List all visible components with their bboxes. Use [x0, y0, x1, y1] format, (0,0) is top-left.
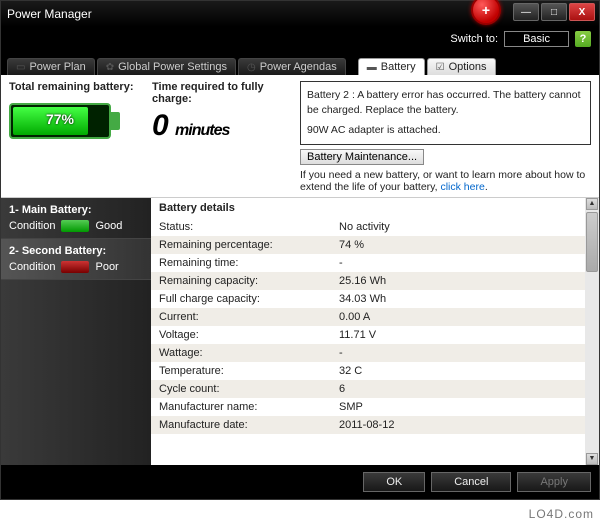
details-header: Battery details: [151, 198, 599, 218]
detail-value: No activity: [339, 221, 591, 233]
click-here-link[interactable]: click here: [440, 181, 484, 193]
battery-graphic: 77%: [9, 99, 124, 143]
error-box: Battery 2 : A battery error has occurred…: [300, 81, 591, 193]
tab-options[interactable]: ☑Options: [427, 58, 496, 75]
battery-icon: ▬: [367, 62, 377, 73]
scrollbar[interactable]: ▲ ▼: [585, 198, 599, 465]
info-line: If you need a new battery, or want to le…: [300, 169, 591, 193]
apply-button[interactable]: Apply: [517, 472, 591, 492]
detail-value: SMP: [339, 401, 591, 413]
battery-alert-icon: +: [471, 0, 501, 25]
switch-label: Switch to:: [450, 33, 498, 45]
switch-row: Switch to: Basic ?: [1, 27, 599, 51]
window-controls: — □ X: [513, 3, 595, 21]
detail-row: Status:No activity: [151, 218, 599, 236]
error-line2: 90W AC adapter is attached.: [307, 123, 584, 138]
tab-battery[interactable]: ▬Battery: [358, 58, 425, 75]
clock-icon: ◷: [247, 62, 256, 73]
scroll-down-icon[interactable]: ▼: [586, 453, 598, 465]
gear-icon: ✿: [106, 62, 114, 73]
detail-value: 25.16 Wh: [339, 275, 591, 287]
detail-key: Manufacture date:: [159, 419, 339, 431]
help-icon[interactable]: ?: [575, 31, 591, 47]
detail-row: Cycle count:6: [151, 380, 599, 398]
scroll-thumb[interactable]: [586, 212, 598, 272]
footer: OK Cancel Apply: [1, 465, 599, 499]
doc-icon: ▭: [16, 62, 25, 73]
detail-row: Full charge capacity:34.03 Wh: [151, 290, 599, 308]
window-title: Power Manager: [7, 7, 92, 21]
detail-key: Status:: [159, 221, 339, 233]
maximize-button[interactable]: □: [541, 3, 567, 21]
watermark: LO4D.com: [529, 507, 594, 521]
scroll-up-icon[interactable]: ▲: [586, 198, 598, 210]
titlebar: Power Manager + — □ X: [1, 1, 599, 27]
detail-row: Remaining time:-: [151, 254, 599, 272]
detail-key: Wattage:: [159, 347, 339, 359]
minimize-button[interactable]: —: [513, 3, 539, 21]
error-line1: Battery 2 : A battery error has occurred…: [307, 88, 584, 117]
time-box: Time required to fully charge: 0 minutes: [152, 81, 292, 193]
detail-row: Voltage:11.71 V: [151, 326, 599, 344]
detail-key: Remaining capacity:: [159, 275, 339, 287]
detail-row: Manufacturer name:SMP: [151, 398, 599, 416]
detail-row: Remaining percentage:74 %: [151, 236, 599, 254]
detail-row: Temperature:32 C: [151, 362, 599, 380]
sidebar-item-second-battery[interactable]: 2- Second Battery: ConditionPoor: [1, 239, 151, 280]
app-window: Power Manager + — □ X Switch to: Basic ?…: [0, 0, 600, 500]
switch-basic-button[interactable]: Basic: [504, 31, 569, 47]
detail-value: -: [339, 347, 591, 359]
tab-power-plan[interactable]: ▭Power Plan: [7, 58, 95, 75]
detail-value: 6: [339, 383, 591, 395]
status-badge-good: [61, 220, 89, 232]
detail-key: Temperature:: [159, 365, 339, 377]
detail-row: Remaining capacity:25.16 Wh: [151, 272, 599, 290]
tab-power-agendas[interactable]: ◷Power Agendas: [238, 58, 346, 75]
remaining-label: Total remaining battery:: [9, 81, 144, 93]
detail-key: Voltage:: [159, 329, 339, 341]
detail-key: Cycle count:: [159, 383, 339, 395]
detail-key: Current:: [159, 311, 339, 323]
error-frame: Battery 2 : A battery error has occurred…: [300, 81, 591, 145]
time-value: 0 minutes: [152, 109, 292, 143]
lower-row: 1- Main Battery: ConditionGood 2- Second…: [1, 198, 599, 465]
cancel-button[interactable]: Cancel: [431, 472, 511, 492]
check-icon: ☑: [436, 62, 445, 73]
close-button[interactable]: X: [569, 3, 595, 21]
battery-percent-text: 77%: [9, 111, 111, 127]
detail-key: Remaining time:: [159, 257, 339, 269]
sidebar-item-main-battery[interactable]: 1- Main Battery: ConditionGood: [1, 198, 151, 239]
battery-sidebar: 1- Main Battery: ConditionGood 2- Second…: [1, 198, 151, 465]
detail-key: Manufacturer name:: [159, 401, 339, 413]
summary-row: Total remaining battery: 77% Time requir…: [1, 75, 599, 198]
detail-key: Full charge capacity:: [159, 293, 339, 305]
detail-row: Wattage:-: [151, 344, 599, 362]
battery-details: Battery details Status:No activityRemain…: [151, 198, 599, 465]
detail-value: 2011-08-12: [339, 419, 591, 431]
ok-button[interactable]: OK: [363, 472, 425, 492]
detail-value: 11.71 V: [339, 329, 591, 341]
detail-row: Current:0.00 A: [151, 308, 599, 326]
tab-global-power-settings[interactable]: ✿Global Power Settings: [97, 58, 236, 75]
tabs-row: ▭Power Plan ✿Global Power Settings ◷Powe…: [1, 51, 599, 75]
detail-value: 34.03 Wh: [339, 293, 591, 305]
content: Total remaining battery: 77% Time requir…: [1, 75, 599, 465]
detail-value: 32 C: [339, 365, 591, 377]
time-label: Time required to fully charge:: [152, 81, 292, 105]
status-badge-poor: [61, 261, 89, 273]
detail-row: Manufacture date:2011-08-12: [151, 416, 599, 434]
remaining-box: Total remaining battery: 77%: [9, 81, 144, 193]
detail-value: -: [339, 257, 591, 269]
battery-maintenance-button[interactable]: Battery Maintenance...: [300, 149, 424, 165]
detail-value: 74 %: [339, 239, 591, 251]
detail-value: 0.00 A: [339, 311, 591, 323]
detail-key: Remaining percentage:: [159, 239, 339, 251]
